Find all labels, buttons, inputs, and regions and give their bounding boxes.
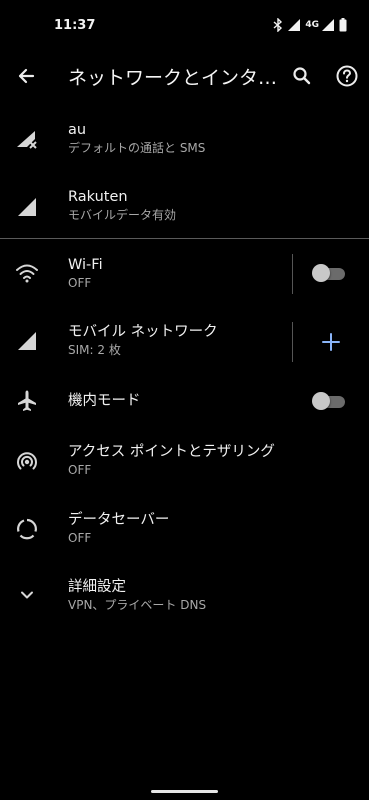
back-arrow-icon[interactable] <box>13 62 41 90</box>
separator <box>292 322 293 362</box>
gesture-nav-handle[interactable] <box>151 790 218 793</box>
wifi-icon <box>14 260 40 286</box>
status-bar: 11:37 4G <box>0 0 369 52</box>
sim-item-rakuten[interactable]: Rakuten モバイルデータ有効 <box>0 180 369 238</box>
sim-name: au <box>68 122 87 138</box>
wifi-toggle[interactable] <box>312 264 346 282</box>
network-type-label: 4G <box>305 20 319 30</box>
wifi-title: Wi-Fi <box>68 257 103 273</box>
bluetooth-icon <box>273 18 283 32</box>
signal-icon <box>14 194 40 220</box>
airplane-mode-setting[interactable]: 機内モード <box>0 384 369 418</box>
hotspot-setting[interactable]: アクセス ポイントとテザリング OFF <box>0 440 369 488</box>
app-bar: ネットワークとインタ… <box>0 52 369 100</box>
hotspot-icon <box>14 449 40 475</box>
page-title: ネットワークとインタ… <box>68 67 278 89</box>
status-icons: 4G <box>273 17 347 33</box>
status-clock: 11:37 <box>54 18 96 33</box>
mobile-network-setting[interactable]: モバイル ネットワーク SIM: 2 枚 <box>0 316 369 368</box>
section-divider <box>0 238 369 239</box>
airplane-icon <box>14 388 40 414</box>
wifi-setting[interactable]: Wi-Fi OFF <box>0 248 369 300</box>
sim-status: モバイルデータ有効 <box>68 208 177 222</box>
wifi-status: OFF <box>68 276 92 290</box>
advanced-summary: VPN、プライベート DNS <box>68 598 207 612</box>
mobile-network-title: モバイル ネットワーク <box>68 324 218 340</box>
data-saver-icon <box>14 516 40 542</box>
data-saver-title: データセーバー <box>68 512 170 528</box>
signal-icon <box>288 19 301 31</box>
settings-screen: 11:37 4G ネットワークとインタ… au デフォルトの通話と SMS Ra… <box>0 0 369 800</box>
data-saver-setting[interactable]: データセーバー OFF <box>0 508 369 556</box>
signal-icon <box>322 19 334 31</box>
sim-status: デフォルトの通話と SMS <box>68 141 206 155</box>
airplane-mode-toggle[interactable] <box>312 392 346 410</box>
airplane-mode-title: 機内モード <box>68 393 141 409</box>
sim-item-au[interactable]: au デフォルトの通話と SMS <box>0 112 369 172</box>
chevron-down-icon <box>14 582 40 608</box>
signal-no-service-icon <box>14 126 40 152</box>
sim-name: Rakuten <box>68 189 128 205</box>
plus-icon[interactable] <box>319 330 343 354</box>
search-icon[interactable] <box>289 63 315 89</box>
hotspot-title: アクセス ポイントとテザリング <box>68 444 275 460</box>
advanced-title: 詳細設定 <box>68 579 126 595</box>
sim-count: SIM: 2 枚 <box>68 343 121 357</box>
help-icon[interactable] <box>334 63 360 89</box>
battery-icon <box>339 18 347 32</box>
separator <box>292 254 293 294</box>
advanced-settings[interactable]: 詳細設定 VPN、プライベート DNS <box>0 576 369 624</box>
signal-icon <box>14 328 40 354</box>
data-saver-status: OFF <box>68 531 92 545</box>
hotspot-status: OFF <box>68 463 92 477</box>
